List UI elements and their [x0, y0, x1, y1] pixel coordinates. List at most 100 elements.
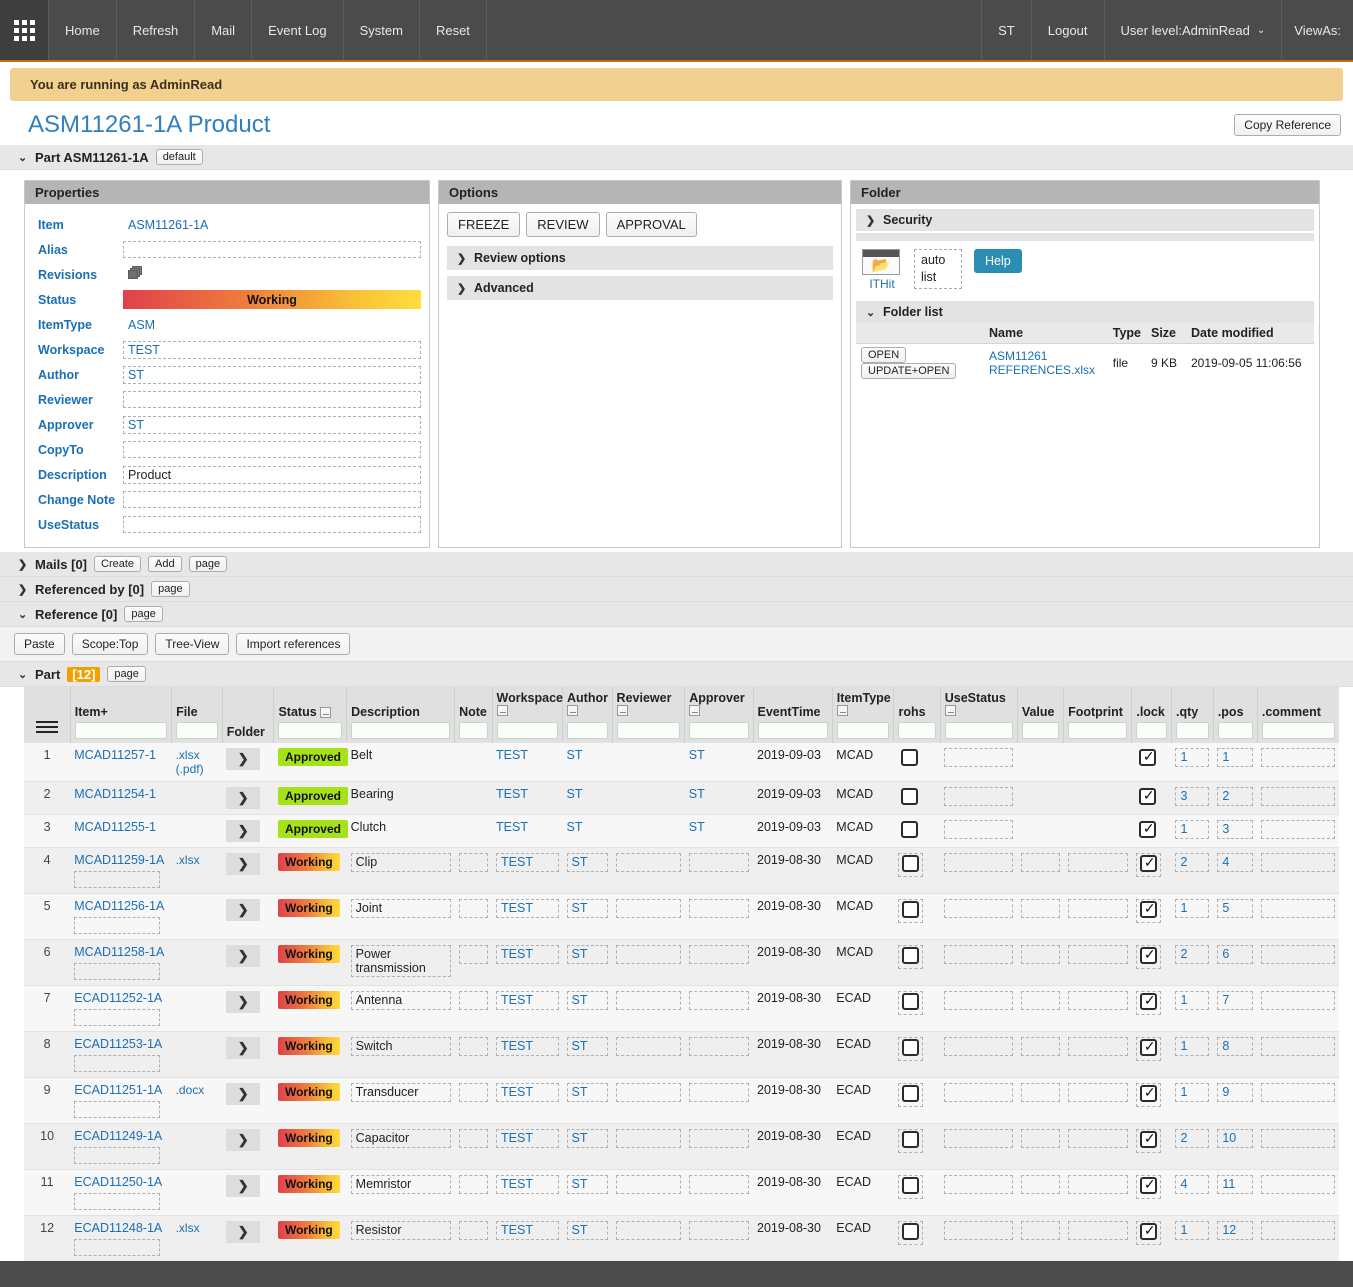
- row-pos-cell[interactable]: 5: [1213, 893, 1258, 940]
- filter-input-comment[interactable]: [1261, 722, 1335, 739]
- nav-item-refresh[interactable]: Refresh: [115, 0, 195, 60]
- row-input[interactable]: [1067, 1129, 1128, 1148]
- row-description-cell[interactable]: Capacitor: [346, 1123, 455, 1170]
- row-comment-cell[interactable]: [1257, 939, 1339, 986]
- filter-input-workspace[interactable]: [496, 722, 558, 739]
- row-comment-cell[interactable]: [1257, 847, 1339, 894]
- row-input[interactable]: ST: [566, 1221, 609, 1240]
- row-input[interactable]: ST: [566, 1037, 609, 1056]
- row-note-cell[interactable]: [454, 1031, 493, 1078]
- parts-col-eventtime[interactable]: EventTime: [752, 687, 833, 743]
- row-pos-cell[interactable]: 10: [1213, 1123, 1258, 1170]
- row-input[interactable]: Joint: [350, 899, 451, 918]
- property-input-alias[interactable]: [123, 241, 421, 258]
- row-lock-cell[interactable]: [1131, 985, 1172, 1032]
- row-lock-cell[interactable]: [1131, 847, 1172, 894]
- row-input[interactable]: TEST: [496, 1129, 559, 1148]
- row-note-cell[interactable]: [454, 1169, 493, 1216]
- row-input[interactable]: [1021, 853, 1060, 872]
- reference-section-header[interactable]: ⌄ Reference [0] page: [0, 602, 1353, 627]
- row-input[interactable]: [616, 991, 681, 1010]
- rohs-checkbox[interactable]: [901, 901, 919, 918]
- row-item-cell[interactable]: ECAD11252-1A: [70, 985, 172, 1032]
- row-input[interactable]: [944, 899, 1014, 918]
- workspace-column-options-icon[interactable]: [496, 705, 508, 716]
- row-input[interactable]: [458, 1175, 489, 1194]
- row-usestatus-cell[interactable]: [940, 847, 1018, 894]
- filter-input-file[interactable]: [176, 722, 218, 739]
- row-input[interactable]: [616, 1129, 681, 1148]
- item-link[interactable]: MCAD11256-1A: [74, 899, 164, 913]
- file-link-secondary[interactable]: (.pdf): [176, 762, 204, 776]
- filter-input-qty[interactable]: [1175, 722, 1209, 739]
- security-accordion[interactable]: ❯ Security: [856, 209, 1314, 231]
- row-input[interactable]: Power transmission: [350, 945, 451, 977]
- row-author-cell[interactable]: ST: [562, 1123, 613, 1170]
- row-usestatus-cell[interactable]: [940, 1215, 1018, 1261]
- lock-checkbox[interactable]: [1139, 1084, 1157, 1102]
- parts-col-folder[interactable]: Folder: [221, 687, 274, 743]
- row-approver-cell[interactable]: [684, 847, 754, 894]
- row-value-cell[interactable]: [1017, 1215, 1064, 1261]
- copy-reference-button[interactable]: Copy Reference: [1234, 114, 1341, 136]
- row-input[interactable]: [616, 945, 681, 964]
- filter-input-eventtime[interactable]: [757, 722, 828, 739]
- row-pos-cell[interactable]: 2: [1213, 781, 1258, 815]
- row-folder-cell[interactable]: ❯: [222, 781, 274, 815]
- row-rohs-cell[interactable]: [893, 1169, 941, 1216]
- open-folder-arrow-button[interactable]: ❯: [226, 820, 261, 842]
- filter-input-itemtype[interactable]: [836, 722, 890, 739]
- mails-create-button[interactable]: Create: [94, 556, 142, 572]
- row-input[interactable]: 1: [1217, 748, 1254, 767]
- open-folder-arrow-button[interactable]: ❯: [226, 899, 261, 921]
- nav-item-logout[interactable]: Logout: [1030, 0, 1104, 60]
- row-folder-cell[interactable]: ❯: [222, 814, 274, 848]
- row-input[interactable]: [1261, 820, 1335, 839]
- row-input[interactable]: [1021, 899, 1060, 918]
- row-reviewer-cell[interactable]: [612, 847, 685, 894]
- row-input[interactable]: [1261, 991, 1335, 1010]
- folder-file-name-link[interactable]: ASM11261 REFERENCES.xlsx: [984, 344, 1108, 383]
- grid-apps-icon[interactable]: [0, 0, 48, 60]
- row-input[interactable]: [944, 787, 1014, 806]
- nav-item-event-log[interactable]: Event Log: [251, 0, 343, 60]
- row-input[interactable]: [1261, 899, 1335, 918]
- alias-input[interactable]: [74, 1147, 161, 1164]
- row-reviewer-cell[interactable]: [612, 1215, 685, 1261]
- row-comment-cell[interactable]: [1257, 1215, 1339, 1261]
- alias-input[interactable]: [74, 1101, 161, 1118]
- parts-col-author[interactable]: Author: [562, 687, 613, 743]
- row-input[interactable]: [1261, 945, 1335, 964]
- lock-checkbox[interactable]: [1139, 900, 1157, 918]
- parts-col-lock[interactable]: .lock: [1131, 687, 1172, 743]
- row-usestatus-cell[interactable]: [940, 1169, 1018, 1216]
- parts-col-usestatus[interactable]: UseStatus: [939, 687, 1018, 743]
- item-link[interactable]: MCAD11259-1A: [74, 853, 164, 867]
- row-value-cell[interactable]: [1017, 1077, 1064, 1124]
- part-list-section-header[interactable]: ⌄ Part [12] page: [0, 662, 1353, 687]
- row-input[interactable]: 1: [1175, 1083, 1210, 1102]
- hamburger-menu-icon[interactable]: [35, 718, 58, 736]
- row-pos-cell[interactable]: 8: [1213, 1031, 1258, 1078]
- row-input[interactable]: [458, 1083, 489, 1102]
- row-qty-cell[interactable]: 1: [1171, 893, 1214, 940]
- row-comment-cell[interactable]: [1257, 985, 1339, 1032]
- row-item-cell[interactable]: MCAD11255-1: [70, 814, 172, 848]
- filter-input-author[interactable]: [567, 722, 608, 739]
- reviewer-column-options-icon[interactable]: [616, 705, 628, 716]
- row-input[interactable]: Resistor: [350, 1221, 451, 1240]
- row-workspace-cell[interactable]: TEST: [492, 1031, 563, 1078]
- row-usestatus-cell[interactable]: [940, 781, 1018, 815]
- nav-item-home[interactable]: Home: [48, 0, 116, 60]
- row-workspace-cell[interactable]: TEST: [492, 1123, 563, 1170]
- row-value-cell[interactable]: [1017, 1031, 1064, 1078]
- row-rohs-cell[interactable]: [893, 847, 941, 894]
- row-input[interactable]: 3: [1217, 820, 1254, 839]
- row-item-cell[interactable]: ECAD11248-1A: [70, 1215, 172, 1261]
- row-lock-cell[interactable]: [1131, 742, 1172, 782]
- row-usestatus-cell[interactable]: [940, 742, 1018, 782]
- row-input[interactable]: 1: [1175, 820, 1210, 839]
- row-input[interactable]: 4: [1217, 853, 1254, 872]
- row-item-cell[interactable]: ECAD11253-1A: [70, 1031, 172, 1078]
- row-note-cell[interactable]: [454, 985, 493, 1032]
